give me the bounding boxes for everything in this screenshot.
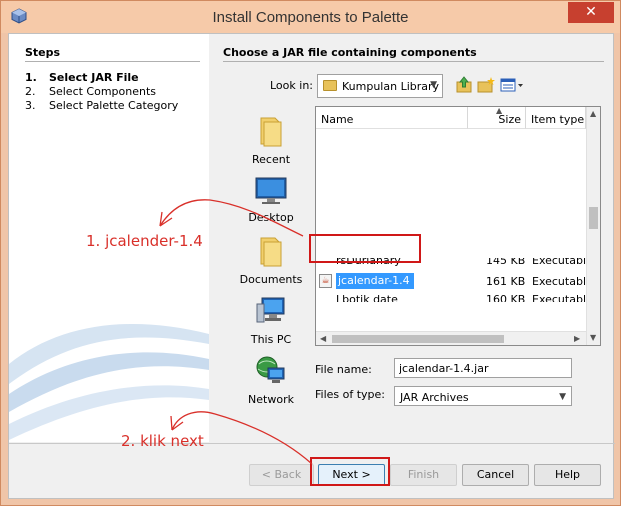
annotation-arrows: [159, 199, 313, 465]
